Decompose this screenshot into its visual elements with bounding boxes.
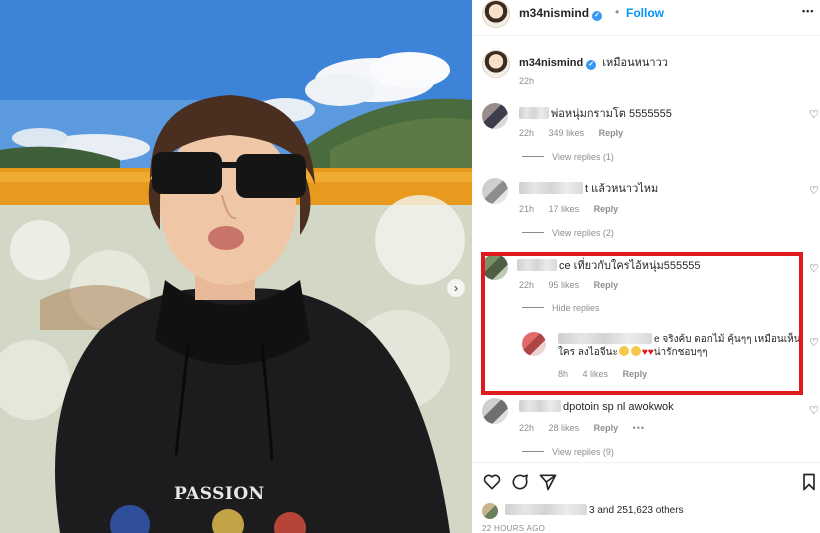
follow-button[interactable]: Follow [626, 6, 664, 20]
comment-time: 22h [519, 128, 535, 138]
commenter-avatar[interactable] [482, 398, 508, 424]
liker-avatar[interactable] [482, 503, 498, 519]
view-replies-label[interactable]: View replies (1) [552, 152, 614, 162]
separator-dot: • [615, 5, 620, 19]
view-replies-button[interactable]: View replies (2) [522, 228, 614, 238]
reply-button[interactable]: Reply [594, 423, 619, 433]
heart-icon[interactable]: ♡ [809, 184, 819, 197]
comment-likes[interactable]: 349 likes [549, 128, 585, 138]
commenter-avatar[interactable] [482, 178, 508, 204]
caption-time: 22h [519, 76, 535, 86]
post-photo[interactable]: PASSION › [0, 0, 472, 533]
heart-icon[interactable]: ♡ [809, 404, 819, 417]
view-replies-button[interactable]: View replies (1) [522, 152, 614, 162]
username-link[interactable]: m34nismind [519, 6, 589, 20]
heart-icon[interactable]: ♡ [809, 108, 819, 121]
post-header: m34nismind ✓ • Follow ••• [472, 0, 820, 36]
heart-icon[interactable]: ♡ [809, 262, 819, 275]
comment-text: t แล้วหนาวไหม [585, 183, 659, 195]
verified-icon: ✓ [592, 11, 603, 21]
likes-summary[interactable]: 3 and 251,623 others [505, 504, 684, 516]
comment-text: dpotoin sp nl awokwok [563, 401, 674, 413]
more-options-icon[interactable]: ••• [633, 423, 645, 433]
more-options-icon[interactable]: ••• [802, 6, 814, 16]
verified-icon: ✓ [586, 60, 597, 70]
caption-text: เหมือนหนาวว [602, 57, 668, 69]
header-username[interactable]: m34nismind ✓ [519, 6, 603, 21]
reply-button[interactable]: Reply [599, 128, 624, 138]
view-replies-button[interactable]: View replies (9) [522, 447, 614, 457]
likes-count-text[interactable]: 3 and 251,623 others [589, 505, 684, 516]
face [160, 125, 296, 285]
hoodie-print-text: PASSION [174, 484, 265, 504]
highlight-box [481, 252, 803, 395]
view-replies-label[interactable]: View replies (2) [552, 228, 614, 238]
comment-2-meta: 21h 17 likes Reply [519, 204, 630, 214]
chevron-right-icon[interactable]: › [447, 279, 465, 297]
comment-likes[interactable]: 28 likes [549, 423, 580, 433]
bookmark-icon[interactable] [800, 472, 818, 492]
comment-icon[interactable] [510, 472, 530, 492]
action-bar: 3 and 251,623 others 22 HOURS AGO [472, 462, 820, 533]
comment-likes[interactable]: 17 likes [549, 204, 580, 214]
caption-username[interactable]: m34nismind ✓ เหมือนหนาวว [519, 53, 668, 71]
comment-4-text: dpotoin sp nl awokwok [519, 400, 674, 413]
comment-2-text: t แล้วหนาวไหม [519, 179, 658, 197]
reply-button[interactable]: Reply [594, 204, 619, 214]
comment-time: 21h [519, 204, 535, 214]
heart-icon[interactable]: ♡ [809, 336, 819, 349]
view-replies-label[interactable]: View replies (9) [552, 447, 614, 457]
comment-text: พ่อหนุ่มกรามโต 5555555 [551, 108, 672, 120]
heart-icon[interactable] [482, 472, 502, 492]
post-timestamp: 22 HOURS AGO [482, 524, 546, 533]
comment-1-meta: 22h 349 likes Reply [519, 128, 635, 138]
avatar[interactable] [482, 0, 510, 28]
share-icon[interactable] [538, 472, 558, 492]
caption-username-link[interactable]: m34nismind [519, 57, 583, 69]
commenter-avatar[interactable] [482, 103, 508, 129]
lips [208, 226, 244, 250]
comment-1-text: พ่อหนุ่มกรามโต 5555555 [519, 104, 672, 122]
sunglasses [152, 152, 222, 194]
caption-avatar[interactable] [482, 50, 510, 78]
comment-4-meta: 22h 28 likes Reply ••• [519, 423, 657, 433]
photo-scene [0, 0, 472, 533]
comment-time: 22h [519, 423, 535, 433]
